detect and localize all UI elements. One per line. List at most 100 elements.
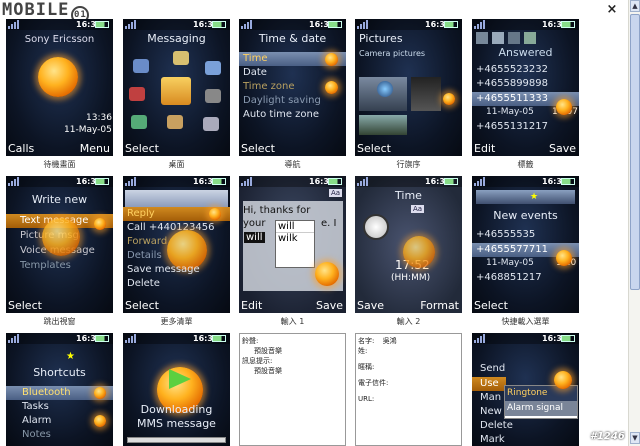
logo-text: MOBILE bbox=[2, 0, 70, 20]
thumbnail-image[interactable] bbox=[411, 77, 441, 111]
event-entry[interactable]: +468851217 bbox=[476, 272, 542, 283]
screen-shortcuts[interactable]: 16:34 ★ Shortcuts Bluetooth Tasks Alarm … bbox=[6, 333, 113, 446]
menu-item-new[interactable]: New bbox=[480, 406, 502, 417]
form-value[interactable]: 預設音樂 bbox=[242, 346, 343, 356]
shortcut-notes[interactable]: Notes bbox=[22, 429, 51, 440]
shortcut-tasks[interactable]: Tasks bbox=[22, 401, 49, 412]
menu-item-details[interactable]: Details bbox=[127, 250, 162, 261]
app-icon[interactable] bbox=[167, 115, 183, 129]
screen-answered[interactable]: 16:34 Answered +4655523232 +4655899898 +… bbox=[472, 19, 579, 156]
screen-downloading[interactable]: 16:34 Downloading MMS message bbox=[123, 333, 230, 446]
call-entry[interactable]: +4655523232 bbox=[476, 64, 548, 75]
screen-send-menu[interactable]: 16:34 Send Use Man New Delete Mark Ringt… bbox=[472, 333, 579, 446]
menu-item-call[interactable]: Call +440123456 bbox=[127, 222, 215, 233]
tab-strip[interactable] bbox=[476, 32, 575, 44]
softkey-edit[interactable]: Edit bbox=[474, 142, 495, 155]
form-value[interactable]: 預設音樂 bbox=[242, 366, 343, 376]
input-mode-badge[interactable]: Aa bbox=[329, 189, 343, 197]
app-icon[interactable] bbox=[205, 61, 221, 75]
submenu-popup[interactable]: Ringtone Alarm signal bbox=[504, 385, 578, 419]
app-icon[interactable] bbox=[129, 87, 145, 101]
submenu-item-alarm-signal[interactable]: Alarm signal bbox=[505, 401, 577, 416]
vertical-scrollbar[interactable]: ▲ ▼ bbox=[628, 0, 640, 446]
thumbnail-image[interactable] bbox=[359, 115, 407, 135]
app-icon[interactable] bbox=[203, 117, 219, 131]
menu-item-send[interactable]: Send bbox=[480, 363, 505, 374]
screen-input-2[interactable]: 16:34 Time Aa 17:52 (HH:MM) Save Format bbox=[355, 176, 462, 313]
call-entry-selected[interactable]: +4655511333 bbox=[476, 93, 548, 104]
menu-item-delete[interactable]: Delete bbox=[480, 420, 513, 431]
screen-desktop[interactable]: 16:34 Messaging Select bbox=[123, 19, 230, 156]
signal-icon bbox=[474, 20, 486, 29]
input-mode-badge[interactable]: Aa bbox=[411, 205, 425, 213]
screen-new-events[interactable]: 16:34 ★ New events +46555535 +4655577711… bbox=[472, 176, 579, 313]
caption-tabs: 標籤 bbox=[517, 160, 534, 169]
menu-item-date[interactable]: Date bbox=[243, 67, 267, 78]
scroll-thumb[interactable] bbox=[630, 14, 640, 290]
menu-item-manage[interactable]: Man bbox=[480, 392, 501, 403]
event-entry[interactable]: +46555535 bbox=[476, 229, 535, 240]
menu-item-forward[interactable]: Forward bbox=[127, 236, 167, 247]
messaging-folder-icon[interactable] bbox=[161, 77, 191, 105]
softkey-save[interactable]: Save bbox=[549, 142, 576, 155]
form-value[interactable]: 吳鴻 bbox=[377, 337, 397, 345]
menu-item-save-message[interactable]: Save message bbox=[127, 264, 200, 275]
tab-icon[interactable] bbox=[524, 32, 536, 44]
menu-item-auto-zone[interactable]: Auto time zone bbox=[243, 109, 319, 120]
tab-icon[interactable] bbox=[492, 32, 504, 44]
softkey-save[interactable]: Save bbox=[357, 299, 384, 312]
softkey-select[interactable]: Select bbox=[241, 142, 275, 155]
call-entry[interactable]: +4655131217 bbox=[476, 121, 548, 132]
suggestion-item[interactable]: wilk bbox=[276, 233, 314, 244]
app-icon[interactable] bbox=[173, 51, 189, 65]
text-line: your bbox=[243, 218, 266, 229]
events-title: New events bbox=[493, 209, 558, 222]
softkey-select[interactable]: Select bbox=[474, 299, 508, 312]
softkey-select[interactable]: Select bbox=[8, 299, 42, 312]
screen-input-1[interactable]: 16:34 Aa Hi, thanks for your e. I will w… bbox=[239, 176, 346, 313]
battery-icon bbox=[561, 21, 575, 28]
softkey-select[interactable]: Select bbox=[357, 142, 391, 155]
events-tab-bar[interactable] bbox=[476, 190, 575, 204]
menu-item-time[interactable]: Time bbox=[243, 53, 267, 64]
screen-standby[interactable]: 16:34 Sony Ericsson 13:36 11-May-05 Call… bbox=[6, 19, 113, 156]
app-icon[interactable] bbox=[205, 89, 221, 103]
screen-time-date[interactable]: 16:34 Time & date Time Date Time zone Da… bbox=[239, 19, 346, 156]
screen-write-new[interactable]: 16:34 Write new Text message Picture msg… bbox=[6, 176, 113, 313]
screen-pictures[interactable]: 16:34 Pictures Camera pictures Select bbox=[355, 19, 462, 156]
softkey-select[interactable]: Select bbox=[125, 142, 159, 155]
caption-pictures: 行旗序 bbox=[396, 160, 421, 169]
close-icon[interactable]: × bbox=[605, 3, 619, 17]
scroll-down-icon[interactable]: ▼ bbox=[630, 432, 640, 444]
menu-item-use[interactable]: Use bbox=[480, 378, 499, 389]
screen-more-list[interactable]: 16:34 Reply Call +440123456 Forward Deta… bbox=[123, 176, 230, 313]
app-icon[interactable] bbox=[131, 115, 147, 129]
suggestion-list[interactable]: will wilk bbox=[275, 220, 315, 268]
menu-item-reply[interactable]: Reply bbox=[127, 208, 155, 219]
call-entry[interactable]: +4655899898 bbox=[476, 78, 548, 89]
shortcut-bluetooth[interactable]: Bluetooth bbox=[22, 387, 71, 398]
menu-item-time-zone[interactable]: Time zone bbox=[243, 81, 295, 92]
scroll-up-icon[interactable]: ▲ bbox=[630, 0, 640, 12]
typed-word[interactable]: will bbox=[244, 232, 265, 243]
softkey-format[interactable]: Format bbox=[420, 299, 459, 312]
softkey-calls[interactable]: Calls bbox=[8, 142, 34, 155]
softkey-select[interactable]: Select bbox=[125, 299, 159, 312]
event-entry-selected[interactable]: +4655577711 bbox=[476, 244, 548, 255]
softkey-edit[interactable]: Edit bbox=[241, 299, 262, 312]
menu-item-mark[interactable]: Mark bbox=[480, 434, 505, 445]
suggestion-item[interactable]: will bbox=[276, 221, 314, 233]
time-format: (HH:MM) bbox=[391, 273, 431, 283]
tab-icon[interactable] bbox=[476, 32, 488, 44]
tab-icon[interactable] bbox=[508, 32, 520, 44]
app-icon[interactable] bbox=[133, 59, 149, 73]
menu-item-delete[interactable]: Delete bbox=[127, 278, 160, 289]
desktop-title: Messaging bbox=[147, 32, 206, 45]
softkey-save[interactable]: Save bbox=[316, 299, 343, 312]
shortcut-alarm[interactable]: Alarm bbox=[22, 415, 51, 426]
menu-item-templates[interactable]: Templates bbox=[20, 260, 71, 271]
menu-item-daylight[interactable]: Daylight saving bbox=[243, 95, 321, 106]
message-header bbox=[125, 190, 228, 208]
caption-desktop: 桌面 bbox=[168, 160, 185, 169]
softkey-menu[interactable]: Menu bbox=[80, 142, 110, 155]
